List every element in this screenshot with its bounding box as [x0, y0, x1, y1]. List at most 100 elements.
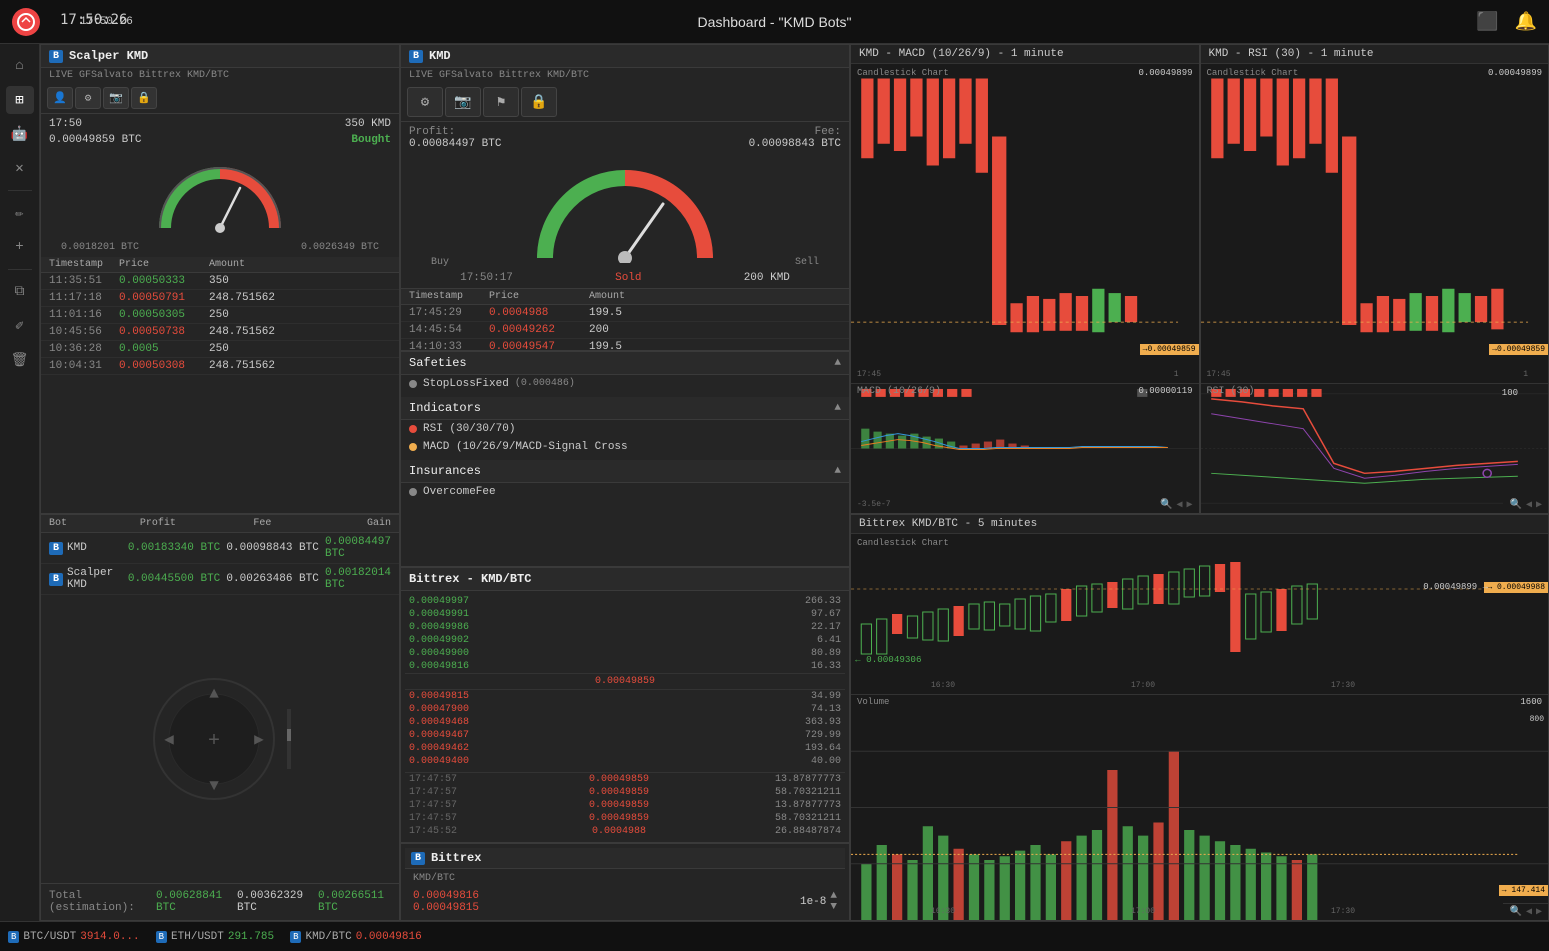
vol-zoom-btn[interactable]: 🔍 — [1509, 906, 1521, 918]
page-title: Dashboard - "KMD Bots" — [698, 14, 852, 30]
ask-row: 0.00049991 97.67 — [405, 608, 845, 621]
macd-val: 0.00000119 — [1138, 386, 1192, 396]
sidebar-item-bots[interactable]: 🤖 — [6, 120, 34, 148]
scalper-panel: B Scalper KMD LIVE GFSalvato Bittrex KMD… — [40, 44, 400, 514]
bot-table-panel: Bot Profit Fee Gain B KMD 0.00183340 BTC… — [40, 514, 400, 921]
macd-sub-svg — [851, 384, 1199, 513]
rsi-sub-svg — [1201, 384, 1549, 513]
scalper-title: Scalper KMD — [69, 49, 148, 63]
vol-right-btn[interactable]: ▶ — [1536, 906, 1542, 918]
btcusdt-pair: BTC/USDT — [23, 931, 76, 943]
vol-toolbar: 🔍 ◀ ▶ — [1503, 903, 1548, 920]
right-column: KMD - MACD (10/26/9) - 1 minute Candlest… — [850, 44, 1549, 921]
5min-candle-area: Candlestick Chart — [851, 534, 1548, 694]
rsi-left-btn[interactable]: ◀ — [1526, 499, 1532, 511]
exchange-badge: B — [411, 852, 425, 865]
sidebar-item-copy[interactable]: ⧉ — [6, 278, 34, 306]
scalper-profit: 0.00445500 BTC — [128, 573, 227, 585]
profit-label: Profit: — [409, 126, 455, 138]
sidebar-item-close[interactable]: ✕ — [6, 154, 34, 182]
kmd-lock-btn[interactable]: 🔒 — [521, 87, 557, 117]
step-value: 1e-8 — [800, 896, 826, 908]
kmd-flag-btn[interactable]: ⚑ — [483, 87, 519, 117]
kmd-settings-btn[interactable]: ⚙ — [407, 87, 443, 117]
buy-label: Buy — [431, 257, 449, 268]
kmd-profit: 0.00183340 BTC — [128, 542, 227, 554]
ask-row: 0.00049900 80.89 — [405, 647, 845, 660]
rsi-right-btn[interactable]: ▶ — [1536, 499, 1542, 511]
sidebar-item-edit[interactable]: ✏ — [6, 199, 34, 227]
kmd-trades-header: Timestamp Price Amount — [401, 288, 849, 305]
insurances-collapse[interactable]: ▲ — [834, 465, 841, 477]
table-row: 17:45:29 0.0004988 199.5 — [401, 305, 849, 322]
scalper-badge2: B — [49, 573, 63, 586]
kmd-icon-bar: ⚙ 📷 ⚑ 🔒 — [401, 83, 849, 122]
sidebar-item-delete[interactable]: 🗑 — [6, 346, 34, 374]
ask-row: 0.00049997 266.33 — [405, 595, 845, 608]
bot-row-kmd: B KMD 0.00183340 BTC 0.00098843 BTC 0.00… — [41, 533, 399, 564]
5min-price-tag: → 0.00049988 — [1484, 582, 1548, 593]
svg-text:← 0.00049306: ← 0.00049306 — [855, 654, 921, 665]
5min-time3: 17:30 — [1331, 681, 1355, 690]
bot-table-header: Bot Profit Fee Gain — [41, 515, 399, 533]
screen-icon[interactable]: ⬛ — [1476, 11, 1498, 33]
indicators-collapse[interactable]: ▲ — [834, 402, 841, 414]
safeties-panel: Safeties ▲ StopLossFixed (0.000486) Indi… — [400, 351, 850, 567]
zoom-in-btn[interactable]: 🔍 — [1160, 499, 1172, 511]
sidebar-item-dashboard[interactable]: ⊞ — [6, 86, 34, 114]
trade-row: 17:47:57 0.00049859 13.87877773 — [405, 773, 845, 786]
total-row: Total (estimation): 0.00628841 BTC 0.003… — [41, 883, 399, 920]
sold-amount: 200 KMD — [744, 272, 790, 284]
rsi-time2: 1 — [1523, 370, 1528, 379]
rsi-zoom-btn[interactable]: 🔍 — [1509, 499, 1521, 511]
left-sidebar: ⌂ ⊞ 🤖 ✕ ✏ + ⧉ ✐ 🗑 — [0, 44, 40, 921]
bid-row: 0.00049815 34.99 — [405, 690, 845, 703]
ticker1: 0.00049816 — [413, 890, 479, 902]
svg-text:+: + — [208, 730, 220, 753]
scalper-icon-bar: 👤 ⚙ 📷 🔒 — [41, 83, 399, 114]
ticker2: 0.00049815 — [413, 902, 479, 914]
total-gain: 0.00266511 BTC — [318, 890, 391, 914]
sidebar-item-pen[interactable]: ✐ — [6, 312, 34, 340]
insurances-header: Insurances ▲ — [401, 460, 849, 483]
orderbook-area: Bittrex - KMD/BTC 0.00049997 266.33 0.00… — [400, 567, 850, 921]
kmdbtc-badge: B — [290, 931, 301, 943]
kmd-col-amount: Amount — [589, 291, 625, 302]
vol-mid: 800 — [1530, 715, 1544, 724]
right-btn[interactable]: ▶ — [1186, 499, 1192, 511]
kmd-camera-btn[interactable]: 📷 — [445, 87, 481, 117]
scalper-btc-row: 0.00049859 BTC Bought — [41, 134, 399, 150]
macd-name: MACD (10/26/9/MACD-Signal Cross — [423, 441, 628, 453]
macd-low: -3.5e-7 — [857, 500, 891, 509]
step-down[interactable]: ▼ — [830, 902, 837, 913]
main-content: B Scalper KMD LIVE GFSalvato Bittrex KMD… — [40, 44, 1549, 921]
safety-macd: MACD (10/26/9/MACD-Signal Cross — [401, 438, 849, 456]
total-label: Total (estimation): — [49, 890, 148, 914]
col-timestamp: Timestamp — [49, 259, 119, 270]
scalper-lock-btn[interactable]: 🔒 — [131, 87, 157, 109]
vol-left-btn[interactable]: ◀ — [1526, 906, 1532, 918]
left-btn[interactable]: ◀ — [1176, 499, 1182, 511]
trade-row: 17:47:57 0.00049859 58.70321211 — [405, 786, 845, 799]
scalper-user-btn[interactable]: 👤 — [47, 87, 73, 109]
ask-row: 0.00049816 16.33 — [405, 660, 845, 673]
left-column: B Scalper KMD LIVE GFSalvato Bittrex KMD… — [40, 44, 400, 921]
bell-icon[interactable]: 🔔 — [1515, 11, 1537, 33]
scalper-settings-btn[interactable]: ⚙ — [75, 87, 101, 109]
sidebar-item-home[interactable]: ⌂ — [6, 52, 34, 80]
scalper-gauge — [41, 150, 399, 242]
scalper-camera-btn[interactable]: 📷 — [103, 87, 129, 109]
app-logo — [12, 8, 40, 36]
five-min-chart: Bittrex KMD/BTC - 5 minutes Candlestick … — [850, 514, 1549, 921]
step-arrows[interactable]: ▲ ▼ — [830, 891, 837, 913]
rsi-sub-panel: RSI (30) — [1201, 383, 1549, 513]
macd-sub-panel: MACD (10/26/9) 0.00000119 — [851, 383, 1199, 513]
macd-chart-title: KMD - MACD (10/26/9) - 1 minute — [851, 45, 1199, 64]
stoploss-name: StopLossFixed — [423, 378, 509, 390]
scalper-btc-high: 0.0026349 BTC — [301, 242, 379, 253]
safeties-collapse[interactable]: ▲ — [834, 357, 841, 369]
ask-row: 0.00049902 6.41 — [405, 634, 845, 647]
sidebar-item-add[interactable]: + — [6, 233, 34, 261]
stoploss-dot — [409, 380, 417, 388]
charts-top-row: KMD - MACD (10/26/9) - 1 minute Candlest… — [850, 44, 1549, 514]
